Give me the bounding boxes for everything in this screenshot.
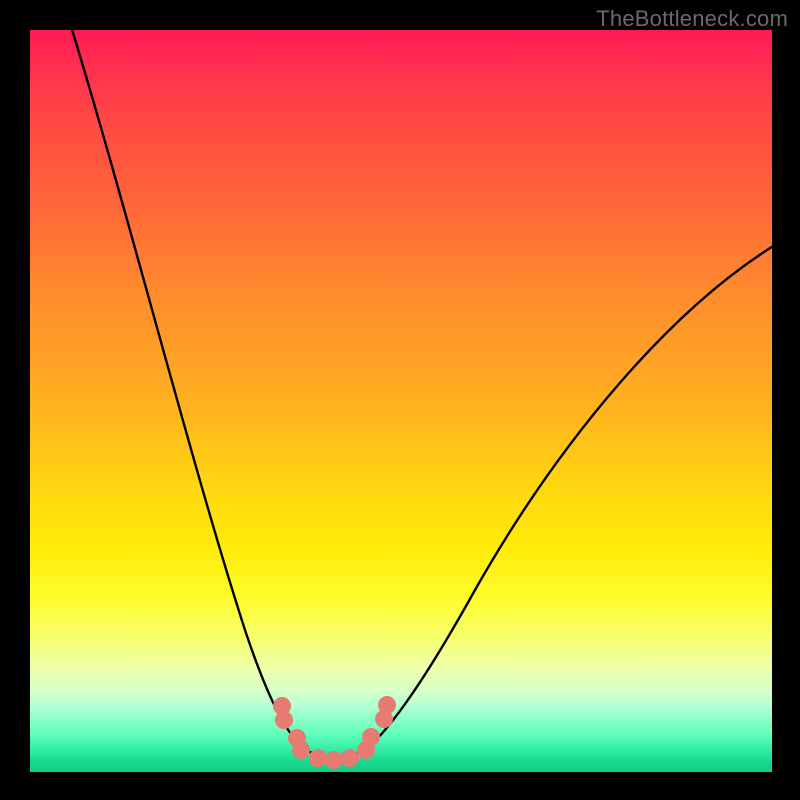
bottleneck-curve-svg (30, 30, 772, 772)
marker-group (273, 696, 396, 769)
watermark-text: TheBottleneck.com (596, 6, 788, 32)
curve-left-branch (66, 10, 305, 750)
curve-right-branch (365, 245, 775, 750)
plot-area (30, 30, 772, 772)
chart-container: TheBottleneck.com (0, 0, 800, 800)
